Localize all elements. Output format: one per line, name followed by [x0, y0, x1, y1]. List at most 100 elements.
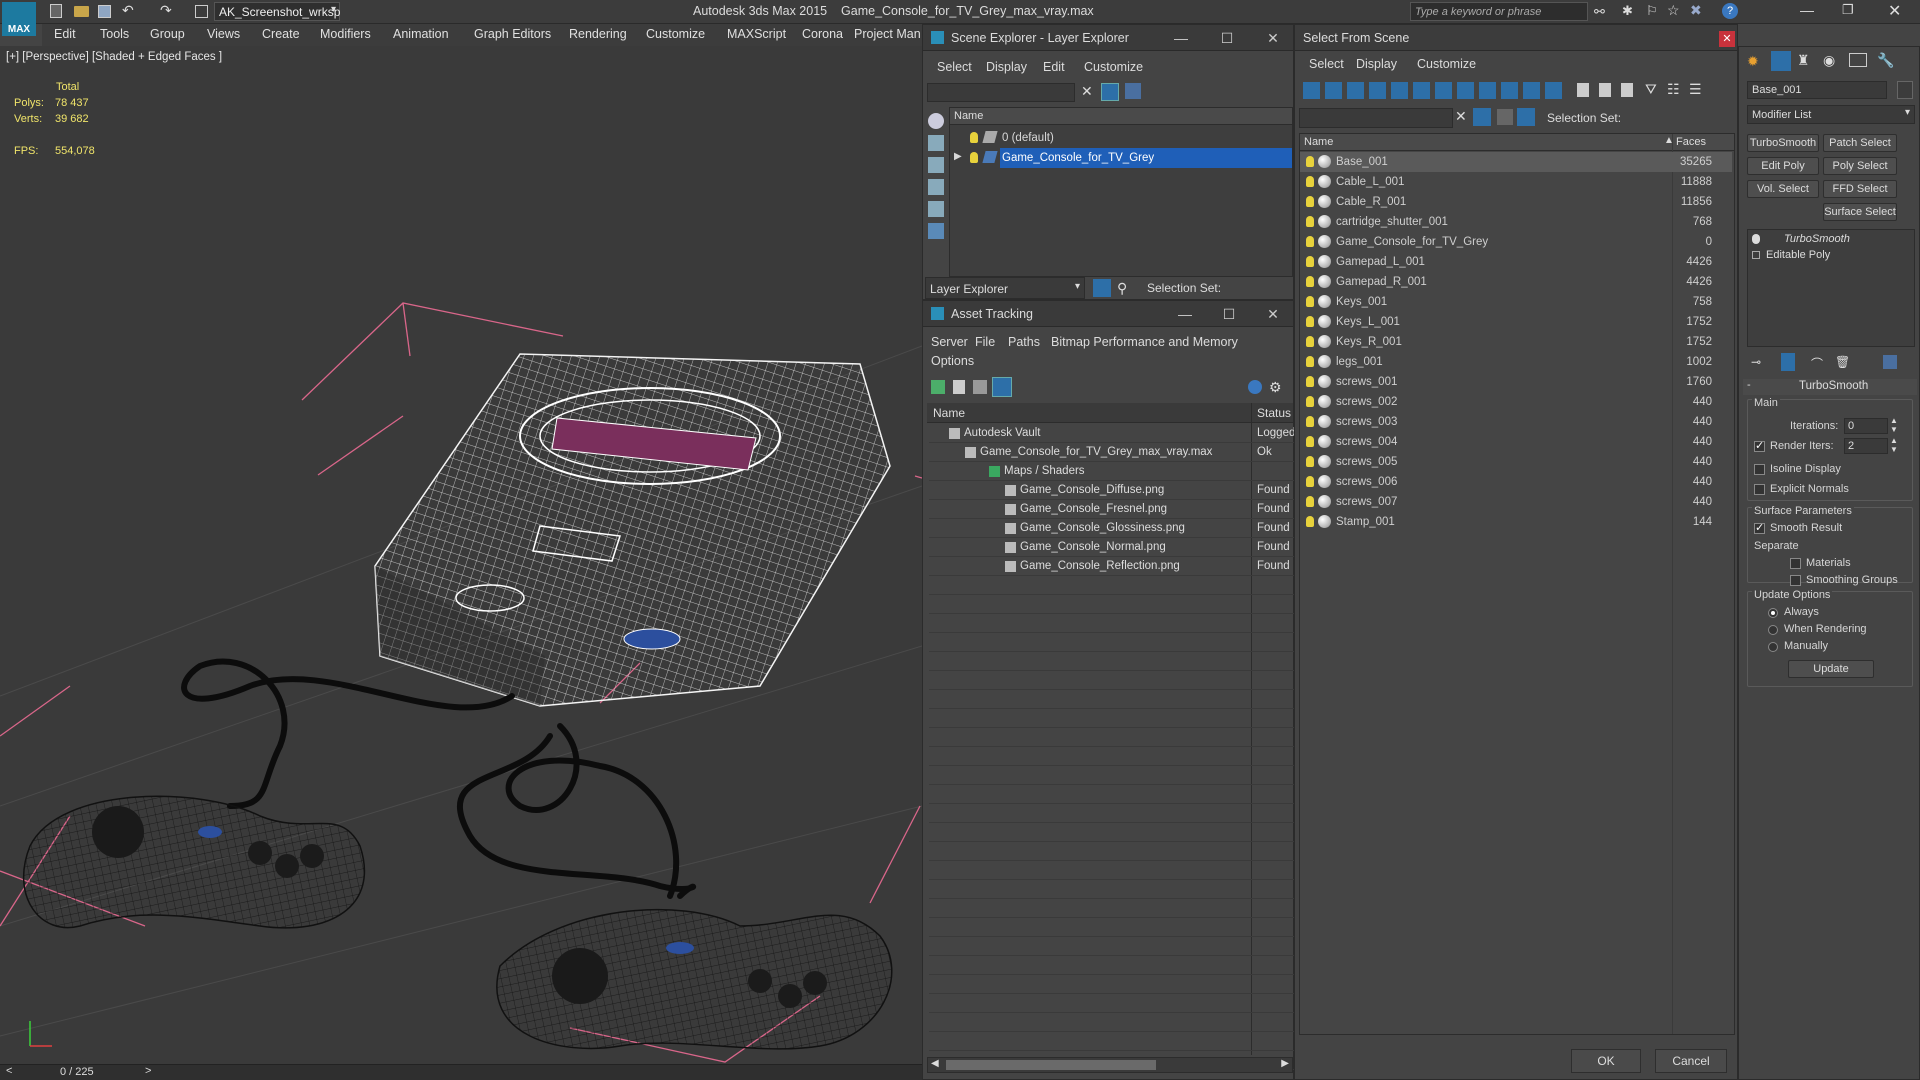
- menu-views[interactable]: Views: [207, 27, 240, 41]
- layers-icon[interactable]: [1125, 83, 1141, 99]
- filter-spacewarps-icon[interactable]: [1413, 82, 1430, 99]
- display-cameras-icon[interactable]: [928, 179, 944, 195]
- manually-radio[interactable]: [1768, 642, 1778, 652]
- at-menu-file[interactable]: File: [975, 335, 995, 349]
- object-row[interactable]: Keys_R_001 1752: [1300, 332, 1732, 352]
- at-menu-options[interactable]: Options: [931, 354, 974, 368]
- create-tab-icon[interactable]: ✹: [1747, 53, 1759, 70]
- configure-sets-icon[interactable]: [1883, 355, 1897, 369]
- workspace-dropdown[interactable]: AK_Screenshot_wrksp ▾: [214, 2, 340, 21]
- menu-corona[interactable]: Corona: [802, 27, 843, 41]
- spinner-arrows-icon[interactable]: ▲ ▼: [1890, 436, 1898, 454]
- asset-row[interactable]: Game_Console_Normal.png Found: [929, 538, 1295, 557]
- object-row[interactable]: screws_006 440: [1300, 472, 1732, 492]
- filter-lights-icon[interactable]: [1347, 82, 1364, 99]
- layers-icon[interactable]: [1497, 109, 1513, 125]
- help-icon[interactable]: [1248, 380, 1262, 394]
- refresh-icon[interactable]: [931, 380, 945, 394]
- sfs-menu-customize[interactable]: Customize: [1417, 57, 1476, 71]
- close-icon[interactable]: ✖: [1690, 2, 1702, 19]
- communication-icon[interactable]: ⚐: [1646, 3, 1658, 19]
- light-bulb-icon[interactable]: [970, 132, 978, 143]
- show-end-result-icon[interactable]: [1781, 353, 1795, 371]
- time-slider[interactable]: < 0 / 225 >: [0, 1064, 922, 1080]
- close-icon[interactable]: ✕: [1265, 306, 1281, 322]
- asset-row[interactable]: Game_Console_Glossiness.png Found: [929, 519, 1295, 538]
- scroll-left-icon[interactable]: ◀: [931, 1058, 939, 1069]
- poly-select-button[interactable]: Poly Select: [1823, 157, 1897, 175]
- se-menu-display[interactable]: Display: [986, 60, 1027, 74]
- object-row[interactable]: screws_004 440: [1300, 432, 1732, 452]
- search-input[interactable]: Type a keyword or phrase: [1410, 2, 1588, 21]
- perspective-viewport[interactable]: [+] [Perspective] [Shaded + Edged Faces …: [0, 46, 922, 1064]
- light-bulb-icon[interactable]: [1306, 316, 1314, 327]
- horizontal-scrollbar[interactable]: ◀ ▶: [927, 1057, 1293, 1073]
- asset-tracking-titlebar[interactable]: Asset Tracking — ☐ ✕: [923, 301, 1293, 327]
- light-bulb-icon[interactable]: [1306, 156, 1314, 167]
- menu-project-manager[interactable]: Project Man: [854, 27, 920, 41]
- scroll-right-icon[interactable]: ▶: [1281, 1058, 1289, 1069]
- light-bulb-icon[interactable]: [1306, 236, 1314, 247]
- binoculars-icon[interactable]: ⚯: [1594, 4, 1605, 20]
- se-search-field[interactable]: [927, 83, 1075, 102]
- filter-frozen-icon[interactable]: [1523, 82, 1540, 99]
- object-row[interactable]: screws_005 440: [1300, 452, 1732, 472]
- asset-row[interactable]: Maps / Shaders: [929, 462, 1295, 481]
- update-button[interactable]: Update: [1788, 660, 1874, 678]
- maximize-icon[interactable]: ☐: [1219, 30, 1235, 46]
- close-icon[interactable]: ✕: [1719, 31, 1735, 47]
- object-row[interactable]: screws_002 440: [1300, 392, 1732, 412]
- when-rendering-radio[interactable]: [1768, 625, 1778, 635]
- isoline-checkbox[interactable]: [1754, 464, 1765, 475]
- sfs-menu-select[interactable]: Select: [1309, 57, 1344, 71]
- help-icon[interactable]: ?: [1722, 3, 1738, 19]
- filter-containers-icon[interactable]: [1501, 82, 1518, 99]
- new-file-icon[interactable]: [50, 4, 62, 18]
- asset-row[interactable]: Game_Console_Diffuse.png Found: [929, 481, 1295, 500]
- edit-poly-button[interactable]: Edit Poly: [1747, 157, 1819, 175]
- display-helpers-icon[interactable]: [928, 201, 944, 217]
- asset-row[interactable]: Game_Console_Fresnel.png Found: [929, 500, 1295, 519]
- maximize-icon[interactable]: ☐: [1221, 306, 1237, 322]
- display-spacewarps-icon[interactable]: [928, 223, 944, 239]
- light-bulb-icon[interactable]: [1306, 356, 1314, 367]
- menu-tools[interactable]: Tools: [100, 27, 129, 41]
- hierarchy-icon[interactable]: ☷: [1667, 81, 1680, 98]
- light-bulb-icon[interactable]: [1306, 496, 1314, 507]
- light-bulb-icon[interactable]: [1306, 216, 1314, 227]
- motion-tab-icon[interactable]: ◉: [1823, 52, 1835, 69]
- menu-animation[interactable]: Animation: [393, 27, 449, 41]
- ffd-select-button[interactable]: FFD Select: [1823, 180, 1897, 198]
- iterations-spinner[interactable]: 0: [1844, 418, 1888, 434]
- open-file-icon[interactable]: [74, 6, 89, 17]
- sfs-menu-display[interactable]: Display: [1356, 57, 1397, 71]
- max-logo-icon[interactable]: MAX: [2, 2, 36, 36]
- ok-button[interactable]: OK: [1571, 1049, 1641, 1073]
- remove-modifier-icon[interactable]: 🗑: [1835, 355, 1850, 369]
- menu-edit[interactable]: Edit: [54, 27, 76, 41]
- object-row[interactable]: Keys_001 758: [1300, 292, 1732, 312]
- object-row[interactable]: Gamepad_R_001 4426: [1300, 272, 1732, 292]
- table-view-icon[interactable]: [992, 377, 1012, 397]
- pin-stack-icon[interactable]: ⊸: [1751, 355, 1761, 369]
- at-col-name[interactable]: Name: [933, 406, 965, 420]
- explicit-normals-checkbox[interactable]: [1754, 484, 1765, 495]
- menu-graph-editors[interactable]: Graph Editors: [474, 27, 551, 41]
- maximize-icon[interactable]: ❐: [1842, 2, 1854, 18]
- columns-icon[interactable]: ☰: [1689, 81, 1702, 98]
- light-bulb-icon[interactable]: [1306, 476, 1314, 487]
- layer-explorer-dropdown[interactable]: Layer Explorer ▾: [925, 277, 1085, 299]
- turbosmooth-button[interactable]: TurboSmooth: [1747, 134, 1819, 152]
- favorites-icon[interactable]: ☆: [1667, 2, 1680, 19]
- object-row[interactable]: Stamp_001 144: [1300, 512, 1732, 532]
- undo-icon[interactable]: ↶: [122, 2, 134, 19]
- object-row[interactable]: cartridge_shutter_001 768: [1300, 212, 1732, 232]
- menu-rendering[interactable]: Rendering: [569, 27, 627, 41]
- save-icon[interactable]: [98, 5, 111, 18]
- object-color-swatch[interactable]: [1897, 81, 1913, 99]
- filter-geometry-icon[interactable]: [1303, 82, 1320, 99]
- thumbnail-view-icon[interactable]: [973, 380, 987, 394]
- render-iters-spinner[interactable]: 2: [1844, 438, 1888, 454]
- select-invert-icon[interactable]: [1621, 83, 1633, 97]
- modifier-list-dropdown[interactable]: Modifier List ▾: [1747, 105, 1915, 124]
